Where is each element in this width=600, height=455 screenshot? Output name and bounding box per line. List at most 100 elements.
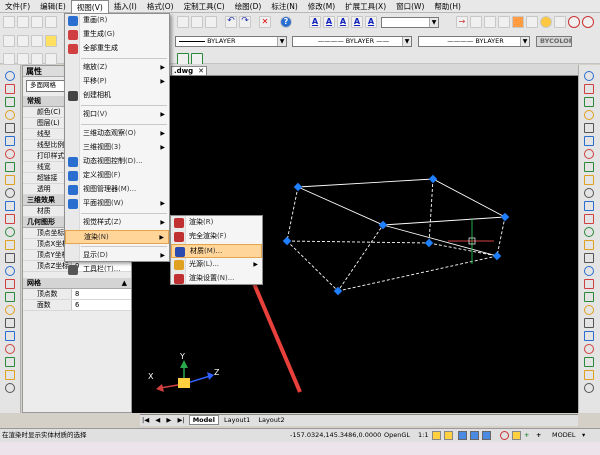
paste-button[interactable] [205,16,217,28]
help-icon[interactable]: ? [280,16,292,28]
viewmenu-item[interactable]: 创建相机 [65,89,169,103]
viewmenu-item[interactable]: 平面视图(W) ▶ [65,197,169,211]
viewmenu-item[interactable]: 视口(V) ▶ [65,108,169,122]
tool-icon[interactable] [584,136,594,146]
print-button[interactable] [45,16,57,28]
menu-9[interactable]: 扩展工具(X) [340,0,391,13]
object-snap-icon[interactable] [512,431,521,440]
tool-icon[interactable] [584,357,594,367]
rectangle-tool-button[interactable] [526,16,538,28]
tool-icon[interactable] [5,214,15,224]
viewmenu-item[interactable]: 视图管理器(M)... [65,183,169,197]
text-style-select[interactable]: ▼ [381,17,439,28]
ray-tool-button[interactable] [470,16,482,28]
tool-icon[interactable] [5,357,15,367]
tool-icon[interactable] [5,227,15,237]
tool-icon[interactable] [584,97,594,107]
tool-icon[interactable] [584,266,594,276]
auto-scale-icon[interactable] [444,431,453,440]
tool-icon[interactable] [584,331,594,341]
tool-icon[interactable] [584,240,594,250]
tool-icon[interactable] [584,292,594,302]
property-row[interactable]: 顶点数 8 [23,289,131,300]
lineweight-toggle-icon[interactable]: + [524,429,529,442]
snap-tool-1-button[interactable] [3,53,15,65]
viewmenu-item[interactable]: 三维视图(3) ▶ [65,141,169,155]
polygon-tool-button[interactable] [498,16,510,28]
menu-7[interactable]: 标注(N) [266,0,302,13]
layer-state-button[interactable] [17,35,29,47]
text-style-a-button[interactable]: A [309,16,321,28]
viewmenu-item[interactable]: 视觉样式(Z) ▶ [65,216,169,230]
tool-icon[interactable] [584,110,594,120]
tray-settings-icon[interactable]: ▾ [582,429,585,442]
tool-icon[interactable] [584,370,594,380]
grid-mode-icon[interactable] [470,431,479,440]
tool-icon[interactable] [584,253,594,263]
snap-mode-icon[interactable] [458,431,467,440]
tool-icon[interactable] [5,84,15,94]
menu-6[interactable]: 绘图(D) [230,0,267,13]
viewmenu-item[interactable]: 平移(P) ▶ [65,75,169,89]
viewmenu-item[interactable]: 工具栏(T)... [65,263,169,277]
model-space-toggle[interactable]: MODEL [552,429,575,442]
document-tab[interactable]: .dwg ✕ [171,66,207,76]
viewmenu-item[interactable]: 重生成(G) [65,28,169,42]
close-tab-icon[interactable]: ✕ [198,67,204,75]
undo-button[interactable]: ↶ [225,16,237,28]
tool-icon[interactable] [5,71,15,81]
tool-icon[interactable] [5,240,15,250]
tool-icon[interactable] [5,383,15,393]
viewmenu-item[interactable]: 缩放(Z) ▶ [65,61,169,75]
line-tool-button[interactable]: → [456,16,468,28]
tool-icon[interactable] [584,318,594,328]
tool-icon[interactable] [584,123,594,133]
delete-button[interactable]: ✕ [259,16,271,28]
layout-nav-first-icon[interactable]: |◀ [140,416,151,424]
property-value[interactable]: 6 [71,300,131,310]
tool-icon[interactable] [5,123,15,133]
rendermenu-item[interactable]: 渲染(R) [171,216,262,230]
tool-icon[interactable] [5,136,15,146]
tool-icon[interactable] [5,266,15,276]
viewmenu-item[interactable]: 重画(R) [65,14,169,28]
text-style-d-button[interactable]: A [351,16,363,28]
layout-tab-layout2[interactable]: Layout2 [255,416,287,424]
arc-tool-button[interactable] [512,16,524,28]
section-mesh[interactable]: 网格 ▲ [23,278,131,289]
match-properties-button[interactable] [177,16,189,28]
text-style-c-button[interactable]: A [337,16,349,28]
tool-icon[interactable] [5,97,15,107]
tool-icon[interactable] [584,201,594,211]
tool-icon[interactable] [5,318,15,328]
property-row[interactable]: 面数 6 [23,300,131,311]
tool-icon[interactable] [5,279,15,289]
layout-nav-next-icon[interactable]: ▶ [164,416,173,424]
save-button[interactable] [31,16,43,28]
tool-icon[interactable] [584,149,594,159]
tool-icon[interactable] [584,175,594,185]
copy-button[interactable] [191,16,203,28]
tool-icon[interactable] [584,162,594,172]
snap-tool-3-button[interactable] [31,53,43,65]
tool-icon[interactable] [584,383,594,393]
dynamic-input-icon[interactable]: + [536,429,541,442]
tool-icon[interactable] [5,175,15,185]
tool-icon[interactable] [5,331,15,341]
tool-icon[interactable] [584,188,594,198]
rendermenu-item[interactable]: 光源(L)... ▶ [171,258,262,272]
lineweight-select[interactable]: ———— BYLAYER ▼ [418,36,530,47]
tool-icon[interactable] [5,110,15,120]
rendermenu-item[interactable]: 完全渲染(F) [171,230,262,244]
new-file-button[interactable] [3,16,15,28]
layer-previous-button[interactable] [31,35,43,47]
tool-icon[interactable] [5,344,15,354]
linetype-select[interactable]: ———— BYLAYER —— ▼ [292,36,412,47]
light-bulb-icon[interactable] [45,35,57,47]
annotation-visibility-icon[interactable] [432,431,441,440]
menu-10[interactable]: 窗口(W) [391,0,429,13]
menu-4[interactable]: 格式(O) [142,0,179,13]
tool-icon[interactable] [584,71,594,81]
tool-icon[interactable] [5,292,15,302]
layout-tab-model[interactable]: Model [188,415,219,425]
